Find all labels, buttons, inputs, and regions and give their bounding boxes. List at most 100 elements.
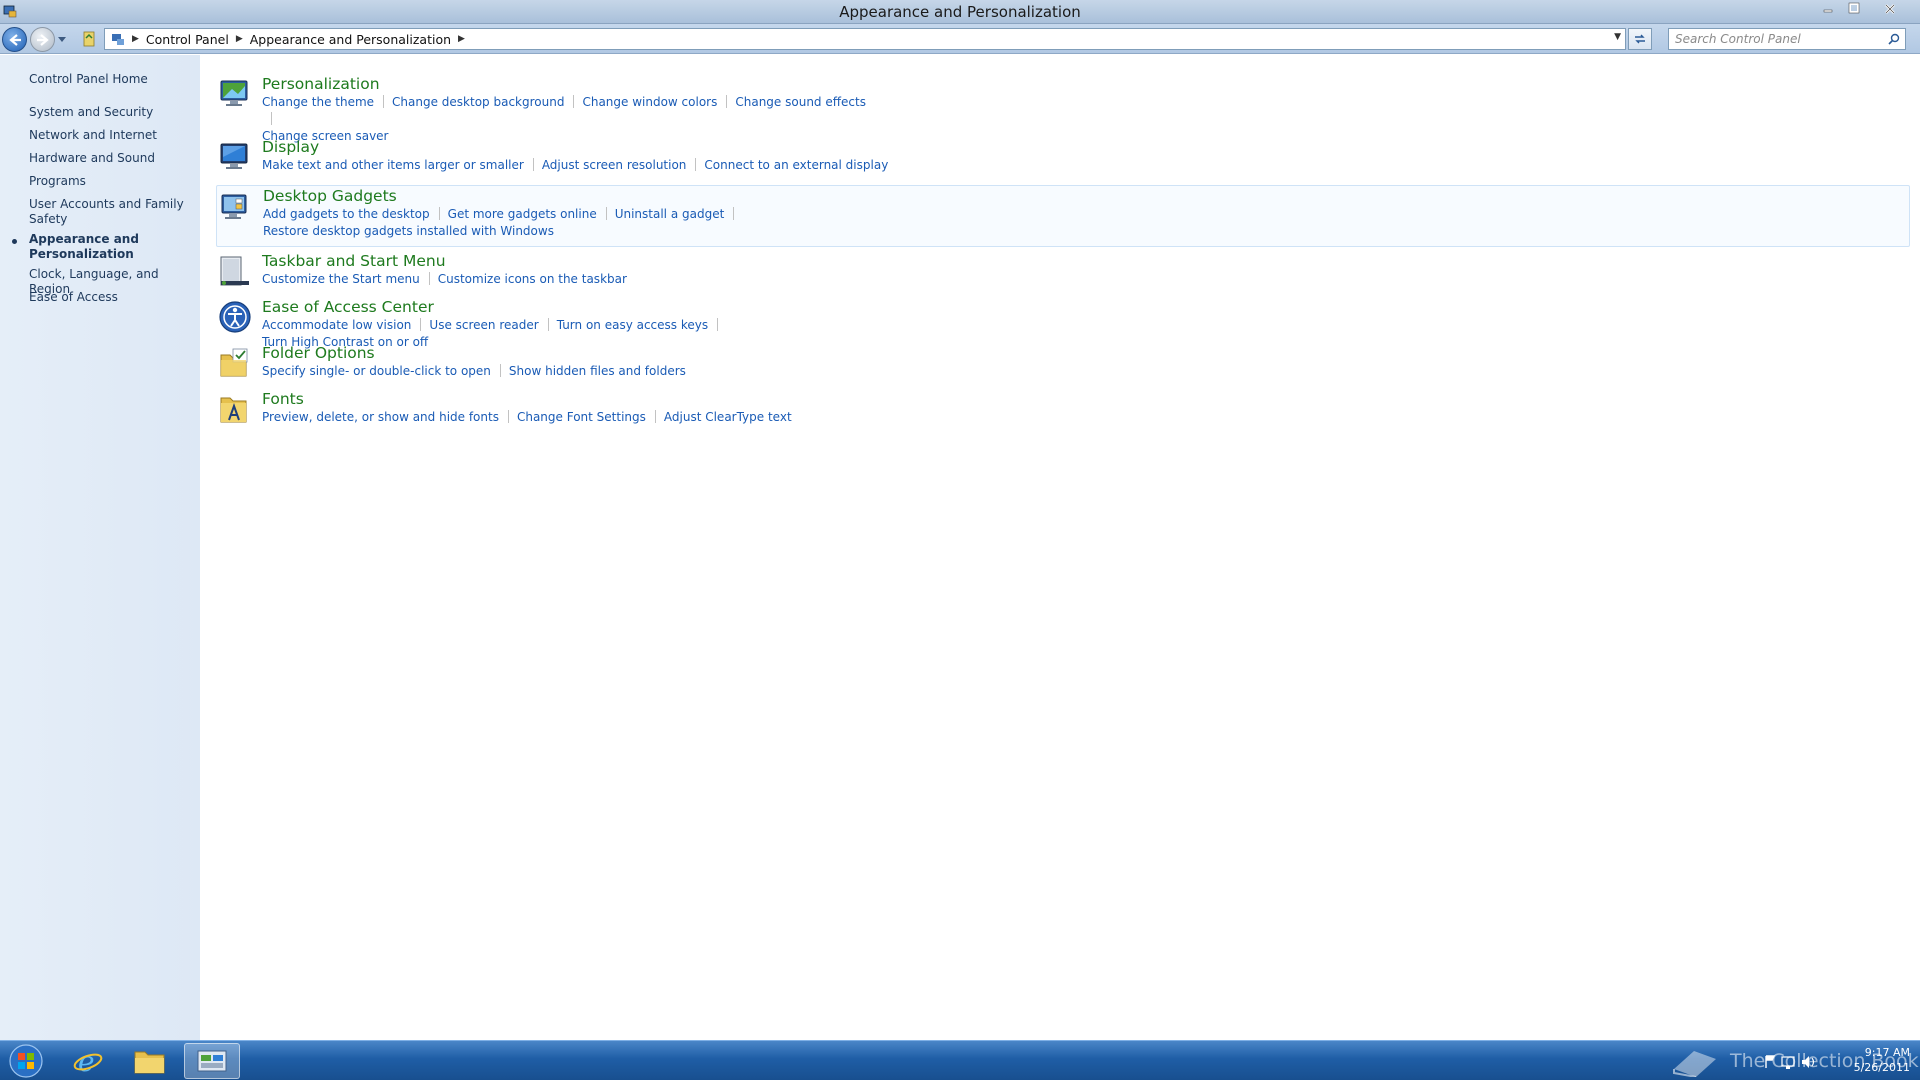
link-uninstall-gadget[interactable]: Uninstall a gadget: [615, 206, 725, 223]
personalization-icon[interactable]: [218, 77, 252, 111]
arrow-left-icon: [9, 34, 21, 46]
taskbar-internet-explorer[interactable]: e: [60, 1043, 116, 1079]
search-input[interactable]: Search Control Panel: [1668, 28, 1906, 50]
link-divider: [383, 95, 385, 108]
close-button[interactable]: [1867, 0, 1913, 18]
sidebar-item-hardware-sound[interactable]: Hardware and Sound: [29, 151, 194, 166]
link-divider: [532, 158, 534, 171]
sidebar-item-network[interactable]: Network and Internet: [29, 128, 194, 143]
link-external-display[interactable]: Connect to an external display: [704, 157, 888, 174]
category-title[interactable]: Taskbar and Start Menu: [262, 252, 446, 270]
sidebar-item-programs[interactable]: Programs: [29, 174, 194, 189]
link-customize-taskbar-icons[interactable]: Customize icons on the taskbar: [438, 271, 627, 288]
breadcrumb-separator-icon[interactable]: ▶: [458, 34, 465, 44]
link-change-window-colors[interactable]: Change window colors: [582, 94, 717, 111]
category-title[interactable]: Desktop Gadgets: [263, 187, 397, 205]
category-title[interactable]: Folder Options: [262, 344, 375, 362]
link-screen-reader[interactable]: Use screen reader: [429, 317, 538, 334]
link-show-hidden-files[interactable]: Show hidden files and folders: [509, 363, 686, 380]
clock-date: 5/26/2011: [1853, 1061, 1910, 1074]
taskbar-control-panel[interactable]: [184, 1043, 240, 1079]
network-icon[interactable]: [1781, 1056, 1795, 1069]
taskbar: e The Collection Book 9:17 AM 5/26/2011: [0, 1040, 1920, 1080]
link-customize-start-menu[interactable]: Customize the Start menu: [262, 271, 420, 288]
control-panel-icon: [197, 1050, 227, 1072]
link-change-sound-effects[interactable]: Change sound effects: [735, 94, 866, 111]
sidebar-item-user-accounts[interactable]: User Accounts and Family Safety: [29, 197, 194, 227]
category-title[interactable]: Fonts: [262, 390, 304, 408]
search-icon[interactable]: [1888, 33, 1900, 45]
link-single-double-click[interactable]: Specify single- or double-click to open: [262, 363, 491, 380]
forward-button[interactable]: [30, 27, 55, 52]
category-links: Specify single- or double-click to open S…: [262, 363, 882, 380]
address-bar[interactable]: ▶ Control Panel ▶ Appearance and Persona…: [104, 28, 1626, 50]
ease-of-access-icon[interactable]: [218, 300, 252, 334]
link-divider: [726, 95, 728, 108]
category-title[interactable]: Display: [262, 138, 319, 156]
category-display: Display Make text and other items larger…: [216, 138, 1910, 178]
link-more-gadgets-online[interactable]: Get more gadgets online: [448, 206, 597, 223]
back-button[interactable]: [2, 27, 27, 52]
category-title[interactable]: Personalization: [262, 75, 380, 93]
link-divider: [733, 207, 735, 220]
display-icon[interactable]: [218, 140, 252, 174]
category-taskbar-start-menu: Taskbar and Start Menu Customize the Sta…: [216, 252, 1910, 292]
arrow-right-icon: [37, 34, 49, 46]
link-divider: [547, 318, 549, 331]
link-adjust-cleartype[interactable]: Adjust ClearType text: [664, 409, 792, 426]
up-folder-icon[interactable]: [82, 30, 96, 48]
address-dropdown-icon[interactable]: ▼: [1614, 32, 1621, 42]
taskbar-icon[interactable]: [218, 254, 252, 288]
link-divider: [573, 95, 575, 108]
start-button[interactable]: [4, 1043, 48, 1079]
link-preview-fonts[interactable]: Preview, delete, or show and hide fonts: [262, 409, 499, 426]
fonts-icon[interactable]: [218, 392, 252, 426]
breadcrumb-appearance[interactable]: Appearance and Personalization: [250, 32, 451, 47]
link-change-desktop-background[interactable]: Change desktop background: [392, 94, 564, 111]
window-title: Appearance and Personalization: [839, 3, 1081, 21]
link-adjust-resolution[interactable]: Adjust screen resolution: [542, 157, 687, 174]
link-text-size[interactable]: Make text and other items larger or smal…: [262, 157, 524, 174]
link-restore-gadgets[interactable]: Restore desktop gadgets installed with W…: [263, 223, 554, 240]
volume-icon[interactable]: [1802, 1056, 1815, 1068]
link-divider: [438, 207, 440, 220]
link-low-vision[interactable]: Accommodate low vision: [262, 317, 411, 334]
clock[interactable]: 9:17 AM 5/26/2011: [1828, 1045, 1910, 1075]
taskbar-file-explorer[interactable]: [122, 1043, 178, 1079]
breadcrumb-control-panel[interactable]: Control Panel: [146, 32, 229, 47]
category-title[interactable]: Ease of Access Center: [262, 298, 434, 316]
category-personalization: Personalization Change the theme Change d…: [216, 75, 1910, 143]
gadgets-icon[interactable]: [219, 190, 253, 224]
restore-icon: [1848, 2, 1860, 14]
svg-text:e: e: [78, 1046, 95, 1076]
link-add-gadgets[interactable]: Add gadgets to the desktop: [263, 206, 430, 223]
refresh-button[interactable]: [1628, 28, 1652, 50]
recent-pages-dropdown-icon[interactable]: [58, 37, 66, 43]
link-divider: [605, 207, 607, 220]
control-panel-icon: [112, 34, 124, 45]
clock-time: 9:17 AM: [1864, 1046, 1910, 1059]
link-easy-access-keys[interactable]: Turn on easy access keys: [557, 317, 708, 334]
category-links: Customize the Start menu Customize icons …: [262, 271, 882, 288]
action-center-flag-icon[interactable]: [1765, 1055, 1776, 1068]
category-links: Make text and other items larger or smal…: [262, 157, 962, 174]
folder-options-icon[interactable]: [218, 346, 252, 380]
sidebar-item-ease-of-access[interactable]: Ease of Access: [29, 290, 194, 305]
navigation-bar: ▶ Control Panel ▶ Appearance and Persona…: [0, 24, 1920, 54]
windows-logo-icon: [9, 1044, 43, 1078]
category-links: Add gadgets to the desktop Get more gadge…: [263, 206, 883, 240]
link-change-font-settings[interactable]: Change Font Settings: [517, 409, 646, 426]
maximize-button[interactable]: [1841, 0, 1867, 18]
link-change-theme[interactable]: Change the theme: [262, 94, 374, 111]
sidebar-item-appearance: Appearance and Personalization: [29, 232, 139, 261]
link-divider: [499, 364, 501, 377]
title-bar: Appearance and Personalization: [0, 0, 1920, 24]
sidebar-item-system-security[interactable]: System and Security: [29, 105, 194, 120]
internet-explorer-icon: e: [73, 1046, 103, 1076]
breadcrumb-separator-icon[interactable]: ▶: [132, 34, 139, 44]
link-divider: [420, 318, 422, 331]
main-content: Personalization Change the theme Change d…: [200, 55, 1920, 1040]
minimize-button[interactable]: [1815, 0, 1841, 18]
breadcrumb-separator-icon[interactable]: ▶: [236, 34, 243, 44]
sidebar-item-control-panel-home[interactable]: Control Panel Home: [29, 72, 194, 87]
